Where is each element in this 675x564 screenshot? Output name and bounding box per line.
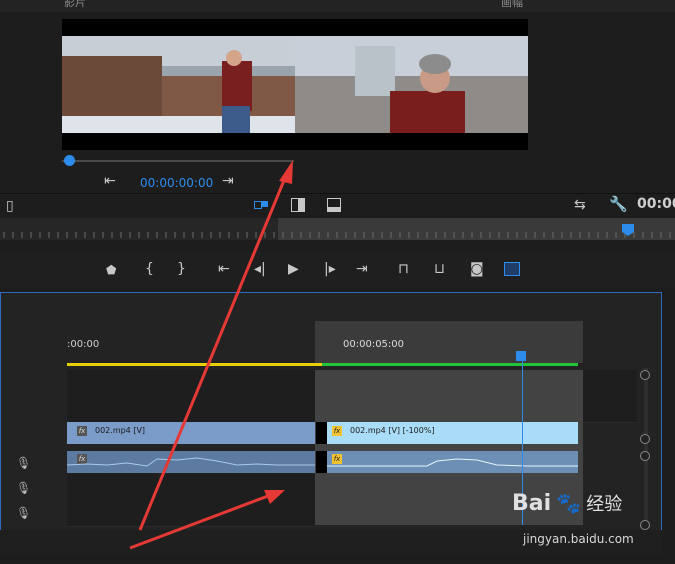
- watermark-url: jingyan.baidu.com: [523, 532, 634, 546]
- paw-icon: 🐾: [556, 491, 582, 515]
- watermark-brand: Bai: [512, 491, 552, 516]
- annotation-arrows: [129, 160, 293, 550]
- watermark-brand-suffix: 经验: [586, 494, 623, 515]
- baidu-watermark: Bai 🐾 经验: [512, 490, 622, 516]
